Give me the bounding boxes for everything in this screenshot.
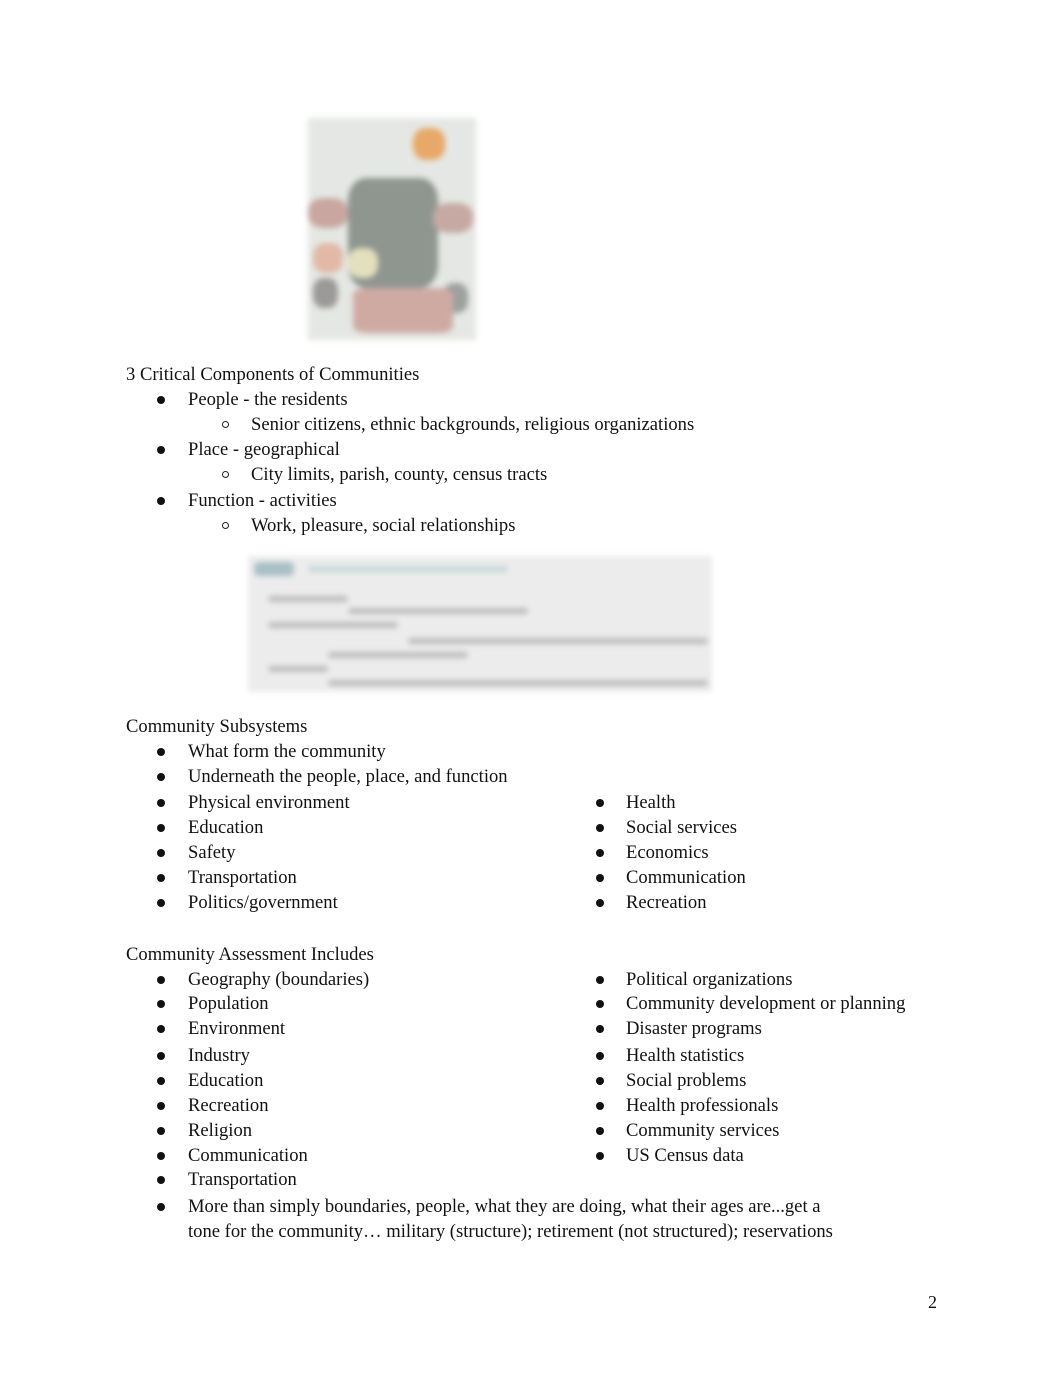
bullet-icon bbox=[596, 1152, 604, 1160]
list-item: Physical environment bbox=[188, 792, 350, 813]
list-item: Education bbox=[188, 1070, 264, 1091]
bullet-icon bbox=[596, 899, 604, 907]
critical-components-heading: 3 Critical Components of Communities bbox=[126, 364, 420, 385]
bullet-icon bbox=[157, 1052, 165, 1060]
bullet-icon bbox=[157, 773, 165, 781]
component-term: People bbox=[188, 389, 239, 410]
component-sub-item: City limits, parish, county, census trac… bbox=[251, 464, 548, 485]
component-sub-item: Work, pleasure, social relationships bbox=[251, 515, 516, 536]
hollow-bullet-icon bbox=[222, 421, 229, 428]
list-item: Community development or planning bbox=[626, 993, 906, 1014]
table-screenshot-image bbox=[248, 556, 712, 692]
bullet-icon bbox=[157, 899, 165, 907]
bullet-icon bbox=[596, 976, 604, 984]
bullet-icon bbox=[157, 748, 165, 756]
bullet-icon bbox=[157, 1102, 165, 1110]
bullet-icon bbox=[157, 874, 165, 882]
bullet-icon bbox=[596, 1102, 604, 1110]
list-item: Social services bbox=[626, 817, 738, 838]
bullet-icon bbox=[157, 1203, 165, 1211]
list-item: Social problems bbox=[626, 1070, 747, 1091]
list-item: Industry bbox=[188, 1045, 250, 1066]
list-item: Health statistics bbox=[626, 1045, 745, 1066]
bullet-icon bbox=[157, 799, 165, 807]
bullet-icon bbox=[596, 1025, 604, 1033]
list-item: Disaster programs bbox=[626, 1018, 762, 1039]
list-item: Education bbox=[188, 817, 264, 838]
hollow-bullet-icon bbox=[222, 522, 229, 529]
component-desc: - geographical bbox=[228, 439, 340, 460]
list-item: Transportation bbox=[188, 867, 297, 888]
list-item: What form the community bbox=[188, 741, 386, 762]
bullet-icon bbox=[596, 1000, 604, 1008]
list-item: Safety bbox=[188, 842, 236, 863]
list-item: Underneath the people, place, and functi… bbox=[188, 766, 508, 787]
bullet-icon bbox=[157, 446, 165, 454]
bullet-icon bbox=[157, 1025, 165, 1033]
list-item: Recreation bbox=[188, 1095, 269, 1116]
bullet-icon bbox=[596, 799, 604, 807]
component-term: Function bbox=[188, 490, 255, 511]
page-number: 2 bbox=[928, 1292, 937, 1312]
note-line: More than simply boundaries, people, wha… bbox=[188, 1196, 821, 1217]
component-sub-item: Senior citizens, ethnic backgrounds, rel… bbox=[251, 414, 695, 435]
bullet-icon bbox=[157, 976, 165, 984]
bullet-icon bbox=[157, 1077, 165, 1085]
bullet-icon bbox=[157, 1152, 165, 1160]
bullet-icon bbox=[596, 874, 604, 882]
list-item: Health bbox=[626, 792, 676, 813]
component-desc: - the residents bbox=[238, 389, 348, 410]
assessment-heading: Community Assessment Includes bbox=[126, 944, 374, 965]
community-poster-image bbox=[308, 118, 476, 340]
list-item: Recreation bbox=[626, 892, 707, 913]
list-item: Political organizations bbox=[626, 969, 793, 990]
subsystems-heading: Community Subsystems bbox=[126, 716, 308, 737]
bullet-icon bbox=[596, 1052, 604, 1060]
list-item: Geography (boundaries) bbox=[188, 969, 370, 990]
list-item: Politics/government bbox=[188, 892, 338, 913]
bullet-icon bbox=[596, 849, 604, 857]
bullet-icon bbox=[596, 1127, 604, 1135]
list-item: Religion bbox=[188, 1120, 253, 1141]
bullet-icon bbox=[157, 396, 165, 404]
list-item: Transportation bbox=[188, 1169, 297, 1190]
bullet-icon bbox=[157, 1000, 165, 1008]
note-line: tone for the community… military (struct… bbox=[188, 1221, 833, 1242]
list-item: Communication bbox=[188, 1145, 308, 1166]
list-item: Environment bbox=[188, 1018, 286, 1039]
component-term: Place bbox=[188, 439, 229, 460]
list-item: Community services bbox=[626, 1120, 780, 1141]
bullet-icon bbox=[596, 824, 604, 832]
bullet-icon bbox=[157, 849, 165, 857]
component-desc: - activities bbox=[254, 490, 337, 511]
list-item: Communication bbox=[626, 867, 746, 888]
list-item: Population bbox=[188, 993, 269, 1014]
bullet-icon bbox=[596, 1077, 604, 1085]
list-item: US Census data bbox=[626, 1145, 744, 1166]
bullet-icon bbox=[157, 824, 165, 832]
list-item: Economics bbox=[626, 842, 709, 863]
bullet-icon bbox=[157, 1176, 165, 1184]
list-item: Health professionals bbox=[626, 1095, 779, 1116]
bullet-icon bbox=[157, 497, 165, 505]
hollow-bullet-icon bbox=[222, 471, 229, 478]
bullet-icon bbox=[157, 1127, 165, 1135]
